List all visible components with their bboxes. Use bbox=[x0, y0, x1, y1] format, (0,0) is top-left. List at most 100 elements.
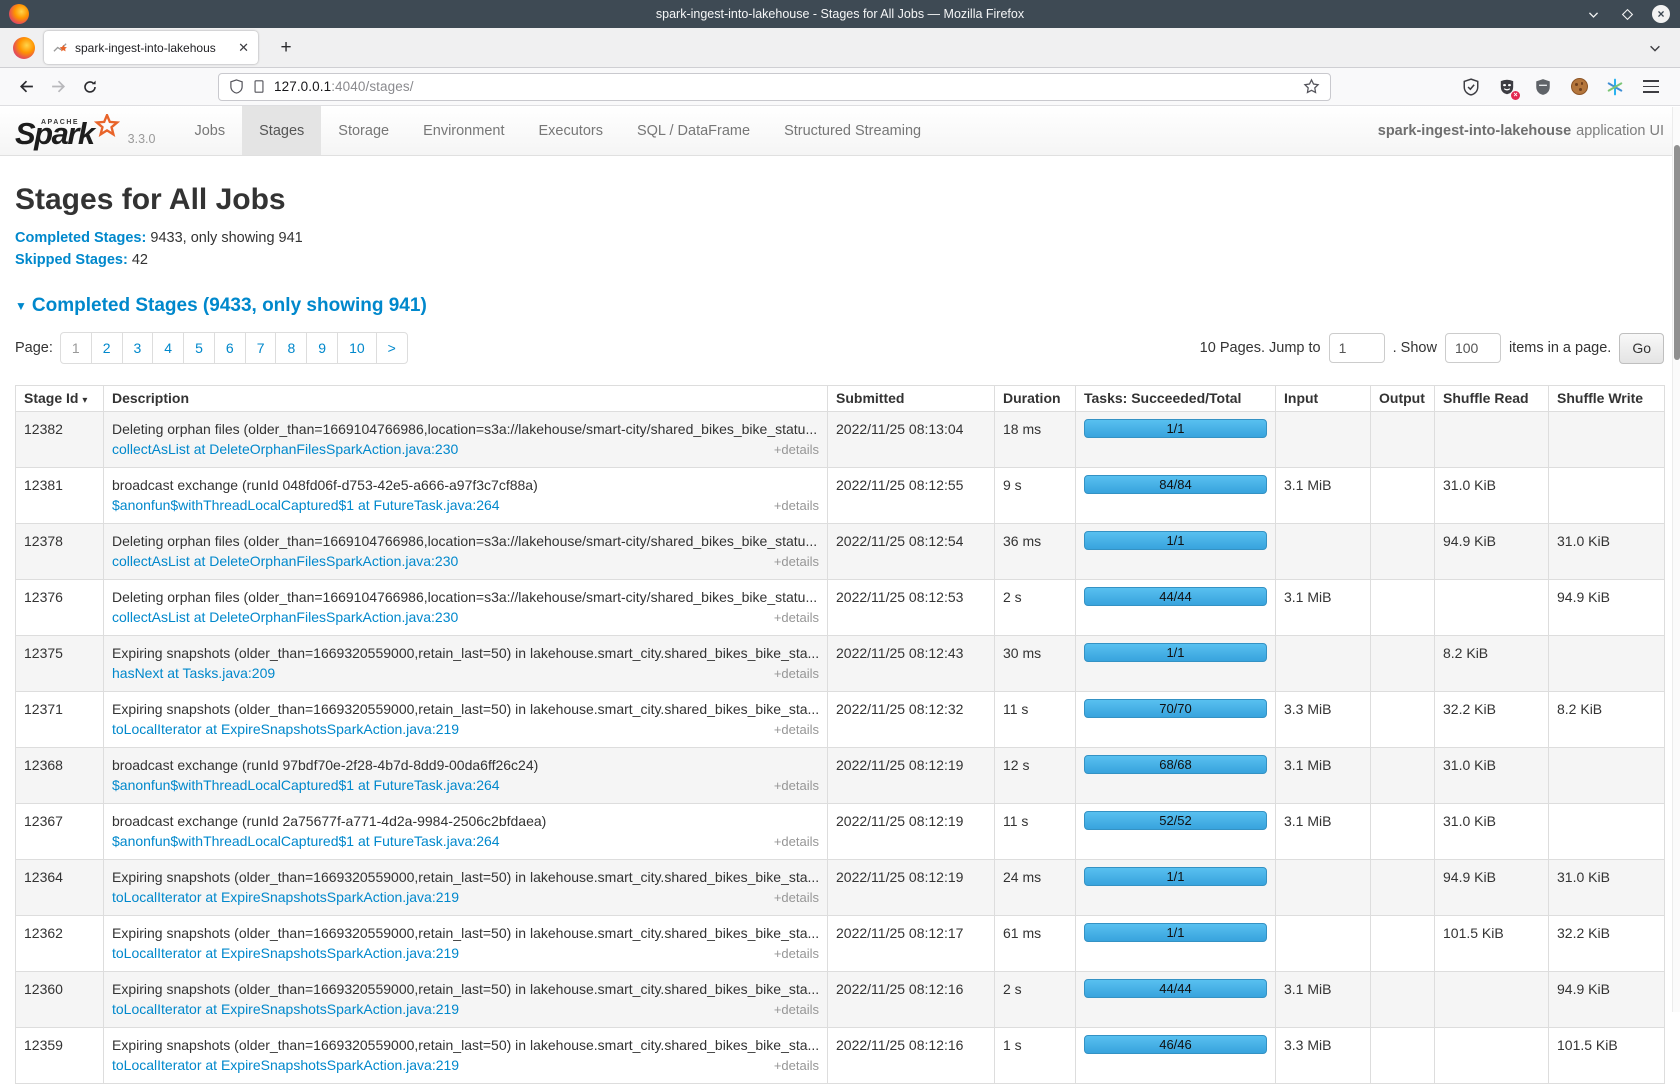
details-toggle[interactable]: +details bbox=[774, 1000, 819, 1020]
stage-row: 12378 Deleting orphan files (older_than=… bbox=[16, 524, 1665, 580]
pagination-controls: 10 Pages. Jump to . Show items in a page… bbox=[1200, 333, 1664, 364]
completed-stages-section-toggle[interactable]: ▼ Completed Stages (9433, only showing 9… bbox=[15, 295, 1664, 317]
stage-callsite-link[interactable]: collectAsList at DeleteOrphanFilesSparkA… bbox=[112, 607, 458, 627]
submitted-cell: 2022/11/25 08:12:19 bbox=[828, 860, 995, 916]
window-minimize-button[interactable] bbox=[1584, 5, 1602, 23]
col-duration[interactable]: Duration bbox=[995, 386, 1076, 412]
input-cell: 3.1 MiB bbox=[1276, 580, 1371, 636]
show-count-input[interactable] bbox=[1445, 333, 1501, 363]
window-close-button[interactable]: × bbox=[1652, 5, 1670, 23]
tasks-cell: 46/46 bbox=[1076, 1028, 1276, 1084]
submitted-time: 2022/11/25 08:12:53 bbox=[836, 589, 963, 605]
page-scrollbar[interactable] bbox=[1672, 107, 1680, 1012]
col-tasks[interactable]: Tasks: Succeeded/Total bbox=[1076, 386, 1276, 412]
shield-icon[interactable] bbox=[229, 79, 244, 94]
nav-item-structured-streaming[interactable]: Structured Streaming bbox=[767, 106, 938, 155]
browser-tab[interactable]: spark-ingest-into-lakehous ✕ bbox=[44, 31, 258, 64]
menu-hamburger-icon[interactable] bbox=[1640, 76, 1662, 98]
tasks-progress-bar: 44/44 bbox=[1084, 587, 1267, 606]
details-toggle[interactable]: +details bbox=[774, 1056, 819, 1076]
page-button-5[interactable]: 5 bbox=[183, 332, 215, 364]
stage-callsite-link[interactable]: $anonfun$withThreadLocalCaptured$1 at Fu… bbox=[112, 831, 500, 851]
details-toggle[interactable]: +details bbox=[774, 552, 819, 572]
details-toggle[interactable]: +details bbox=[774, 776, 819, 796]
details-toggle[interactable]: +details bbox=[774, 664, 819, 684]
window-maximize-button[interactable] bbox=[1618, 5, 1636, 23]
back-button[interactable] bbox=[10, 72, 42, 102]
stage-description-cell: Deleting orphan files (older_than=166910… bbox=[104, 524, 828, 580]
col-shuffle-write[interactable]: Shuffle Write bbox=[1549, 386, 1665, 412]
new-tab-button[interactable]: + bbox=[272, 34, 300, 62]
jump-to-input[interactable] bbox=[1329, 333, 1385, 363]
tab-list-chevron-icon[interactable] bbox=[1648, 41, 1662, 55]
col-output[interactable]: Output bbox=[1371, 386, 1435, 412]
tasks-succeeded-total: 1/1 bbox=[1166, 867, 1184, 887]
stage-callsite-link[interactable]: toLocalIterator at ExpireSnapshotsSparkA… bbox=[112, 887, 459, 907]
stage-callsite-link[interactable]: toLocalIterator at ExpireSnapshotsSparkA… bbox=[112, 719, 459, 739]
extension-ublock-icon[interactable] bbox=[1532, 76, 1554, 98]
extension-mask-icon[interactable]: × bbox=[1496, 76, 1518, 98]
stage-callsite-link[interactable]: collectAsList at DeleteOrphanFilesSparkA… bbox=[112, 551, 458, 571]
scrollbar-thumb[interactable] bbox=[1674, 145, 1680, 360]
bookmark-star-icon[interactable] bbox=[1303, 78, 1320, 95]
stage-callsite-link[interactable]: hasNext at Tasks.java:209 bbox=[112, 663, 275, 683]
page-button-7[interactable]: 7 bbox=[245, 332, 277, 364]
nav-item-executors[interactable]: Executors bbox=[521, 106, 619, 155]
shuffle-write-size: 31.0 KiB bbox=[1557, 869, 1610, 885]
col-stage-id[interactable]: Stage Id ▾ bbox=[16, 386, 104, 412]
stage-callsite-link[interactable]: $anonfun$withThreadLocalCaptured$1 at Fu… bbox=[112, 495, 500, 515]
stage-callsite-link[interactable]: toLocalIterator at ExpireSnapshotsSparkA… bbox=[112, 999, 459, 1019]
nav-item-environment[interactable]: Environment bbox=[406, 106, 521, 155]
col-description[interactable]: Description bbox=[104, 386, 828, 412]
page-button-4[interactable]: 4 bbox=[152, 332, 184, 364]
details-toggle[interactable]: +details bbox=[774, 496, 819, 516]
page-button-10[interactable]: 10 bbox=[337, 332, 377, 364]
details-toggle[interactable]: +details bbox=[774, 720, 819, 740]
completed-stages-label: Completed Stages: bbox=[15, 230, 146, 246]
details-toggle[interactable]: +details bbox=[774, 608, 819, 628]
details-toggle[interactable]: +details bbox=[774, 888, 819, 908]
stage-description: Deleting orphan files (older_than=166910… bbox=[112, 419, 819, 439]
nav-item-jobs[interactable]: Jobs bbox=[177, 106, 242, 155]
details-toggle[interactable]: +details bbox=[774, 440, 819, 460]
nav-item-stages[interactable]: Stages bbox=[242, 106, 321, 155]
extension-cookie-icon[interactable] bbox=[1568, 76, 1590, 98]
forward-button[interactable] bbox=[42, 72, 74, 102]
stage-callsite-link[interactable]: toLocalIterator at ExpireSnapshotsSparkA… bbox=[112, 1055, 459, 1075]
stage-id-cell: 12371 bbox=[16, 692, 104, 748]
stage-description: Deleting orphan files (older_than=166910… bbox=[112, 587, 819, 607]
nav-item-storage[interactable]: Storage bbox=[321, 106, 406, 155]
extension-asterisk-icon[interactable] bbox=[1604, 76, 1626, 98]
details-toggle[interactable]: +details bbox=[774, 832, 819, 852]
stage-description-cell: Expiring snapshots (older_than=166932055… bbox=[104, 860, 828, 916]
reload-button[interactable] bbox=[74, 72, 106, 102]
go-button[interactable]: Go bbox=[1619, 333, 1664, 364]
stage-callsite-link[interactable]: toLocalIterator at ExpireSnapshotsSparkA… bbox=[112, 943, 459, 963]
input-size: 3.1 MiB bbox=[1284, 757, 1331, 773]
shuffle-write-size: 94.9 KiB bbox=[1557, 981, 1610, 997]
page-button-next[interactable]: > bbox=[376, 332, 408, 364]
nav-item-sql-dataframe[interactable]: SQL / DataFrame bbox=[620, 106, 767, 155]
page-button-6[interactable]: 6 bbox=[214, 332, 246, 364]
application-ui-label: spark-ingest-into-lakehouse application … bbox=[1378, 106, 1680, 155]
url-bar[interactable]: 127.0.0.1:4040/stages/ bbox=[218, 73, 1331, 101]
col-submitted[interactable]: Submitted bbox=[828, 386, 995, 412]
tab-close-icon[interactable]: ✕ bbox=[238, 41, 249, 54]
stage-row: 12381 broadcast exchange (runId 048fd06f… bbox=[16, 468, 1665, 524]
extension-shield-check-icon[interactable] bbox=[1460, 76, 1482, 98]
stage-description: broadcast exchange (runId 97bdf70e-2f28-… bbox=[112, 755, 819, 775]
col-input[interactable]: Input bbox=[1276, 386, 1371, 412]
page-button-8[interactable]: 8 bbox=[275, 332, 307, 364]
stage-id-cell: 12362 bbox=[16, 916, 104, 972]
page-button-9[interactable]: 9 bbox=[306, 332, 338, 364]
pagination-row: Page: 1 2 3 4 5 6 7 8 9 10 > 10 Pages. J… bbox=[15, 332, 1664, 364]
details-toggle[interactable]: +details bbox=[774, 944, 819, 964]
stage-callsite-link[interactable]: $anonfun$withThreadLocalCaptured$1 at Fu… bbox=[112, 775, 500, 795]
page-button-2[interactable]: 2 bbox=[91, 332, 123, 364]
page-button-3[interactable]: 3 bbox=[122, 332, 154, 364]
col-shuffle-read[interactable]: Shuffle Read bbox=[1435, 386, 1549, 412]
input-size: 3.1 MiB bbox=[1284, 477, 1331, 493]
spark-logo[interactable]: APACHE Spark 3.3.0 bbox=[0, 106, 155, 155]
page-info-icon[interactable] bbox=[252, 79, 266, 94]
stage-callsite-link[interactable]: collectAsList at DeleteOrphanFilesSparkA… bbox=[112, 439, 458, 459]
